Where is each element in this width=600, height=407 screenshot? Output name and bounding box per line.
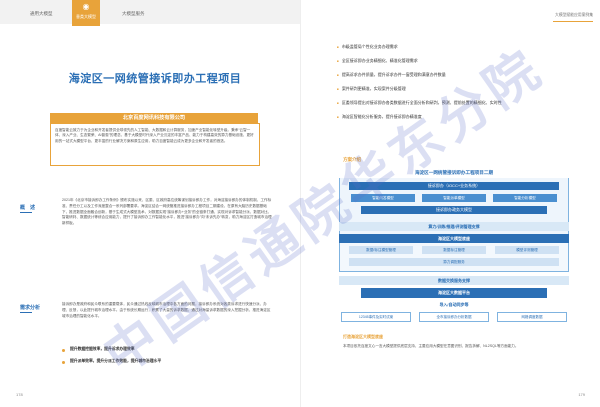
bullet-dot — [62, 361, 65, 364]
company-banner: 北京百度网讯科技有限公司 — [50, 113, 258, 123]
tab-model-service[interactable]: 大模型服务 — [122, 11, 145, 17]
diagram-data-platform: 海淀区大数据平台 — [361, 288, 547, 298]
tab-vertical-model[interactable]: ◉ 垂类大模型 — [72, 0, 100, 26]
diagram-app-qa: 智能问答模型 — [351, 194, 415, 202]
left-page: 通用大模型 ◉ 垂类大模型 大模型服务 海淀区一网统管接诉即办工程项目 北京百度… — [0, 0, 300, 407]
diagram-source: 网格调度数据 — [497, 312, 567, 322]
section-rule — [20, 312, 32, 313]
requirement-item: 区委领导提出对接诉即办各类数据进行全面分析和研判，预测、提前处置的精细化、实时性 — [337, 100, 502, 106]
diagram-app-analysis: 智能分析模型 — [493, 194, 557, 202]
requirement-bullet: 提升派单效率，提升分派工作效能，提升城市治理水平 — [70, 359, 162, 363]
diagram-source: 全市接诉即办分析数据 — [419, 312, 489, 322]
diagram-title: 海淀区一网统管接诉即办工程项目二期 — [339, 168, 569, 178]
requirement-item: 海淀区智能化分析服务，提升接诉即办精准度 — [337, 114, 422, 120]
requirement-item: 案件研判更精准，实现案件分级管理 — [337, 86, 406, 92]
tab-vertical-model-label: 垂类大模型 — [76, 14, 96, 19]
diagram-app-dispatch: 智能派单模型 — [422, 194, 486, 202]
requirement-item: 提高诉求办件质量，提升诉求办件一窗受理和满意办件数量 — [337, 72, 446, 78]
section-overview-label: 概 述 — [20, 205, 36, 211]
diagram-base-title: 海淀区大模型底座 — [339, 234, 569, 243]
header-rule — [553, 21, 593, 22]
diagram-base-item: 数据标注管理 — [422, 246, 486, 254]
right-header-title: 大模型赋能应用案例集 — [555, 13, 593, 17]
diagram-compute-support: 算力/训练/推理/评测管理支撑 — [339, 222, 569, 231]
page-title: 海淀区一网统管接诉即办工程项目 — [68, 73, 242, 85]
diagram-deploy: 算力调配服务 — [349, 258, 559, 266]
caption-title: 打造海淀区大模型底座 — [343, 334, 383, 339]
page-number-right: 179 — [578, 392, 585, 397]
section-overview-text: 2021年《北京市接诉即办工作条例》颁布实施以来，区委、区政府高位统筹谋划接诉即… — [62, 198, 272, 226]
section-requirements-label: 需求分析 — [20, 305, 41, 311]
diagram-platform: 接诉即办政务大模型 — [361, 206, 547, 214]
bullet-dot — [62, 349, 65, 352]
diagram-data-exchange: 数据交换服务支撑 — [339, 276, 569, 285]
right-page: 大模型赋能应用案例集 市级监管局个性化业务办理需求 全区接诉即办业务精细化、精准… — [300, 0, 600, 407]
diagram-app-layer: 接诉即办（IOCC+业务系统） — [349, 182, 559, 190]
requirement-item: 全区接诉即办业务精细化、精准化管理需求 — [337, 58, 418, 64]
diagram-base-item: 模型评测管理 — [495, 246, 559, 254]
company-description: 百度智能云致力于为企业和开发者提供全球领先的人工智能、大数据和云计算服务，加速产… — [50, 123, 260, 166]
requirement-bullet: 提升数据挖掘效率，提升诉求办理效率 — [70, 347, 135, 351]
diagram-source: 12345事件及实时试案 — [341, 312, 411, 322]
section-tag-solution: 方案介绍 — [343, 157, 361, 162]
page-number-left: 178 — [16, 392, 23, 397]
section-requirements-text: 接诉即办是政府和民众联系的重要载体，民众通过热线反映城市治理中各方面的问题，接诉… — [62, 302, 271, 318]
tab-general-model[interactable]: 通用大模型 — [30, 11, 53, 17]
diagram-base-item: 数据/标注模型管理 — [349, 246, 413, 254]
tab-icon: ◉ — [82, 2, 90, 11]
diagram-import: 导入/自动同步等 — [439, 302, 469, 307]
section-rule — [20, 212, 32, 213]
caption-text: 本项目依托百度文心一言大模型提供底层支持，主要应用大模型在意图识别、报告拆解、N… — [343, 344, 519, 348]
requirement-item: 市级监管局个性化业务办理需求 — [337, 44, 398, 50]
